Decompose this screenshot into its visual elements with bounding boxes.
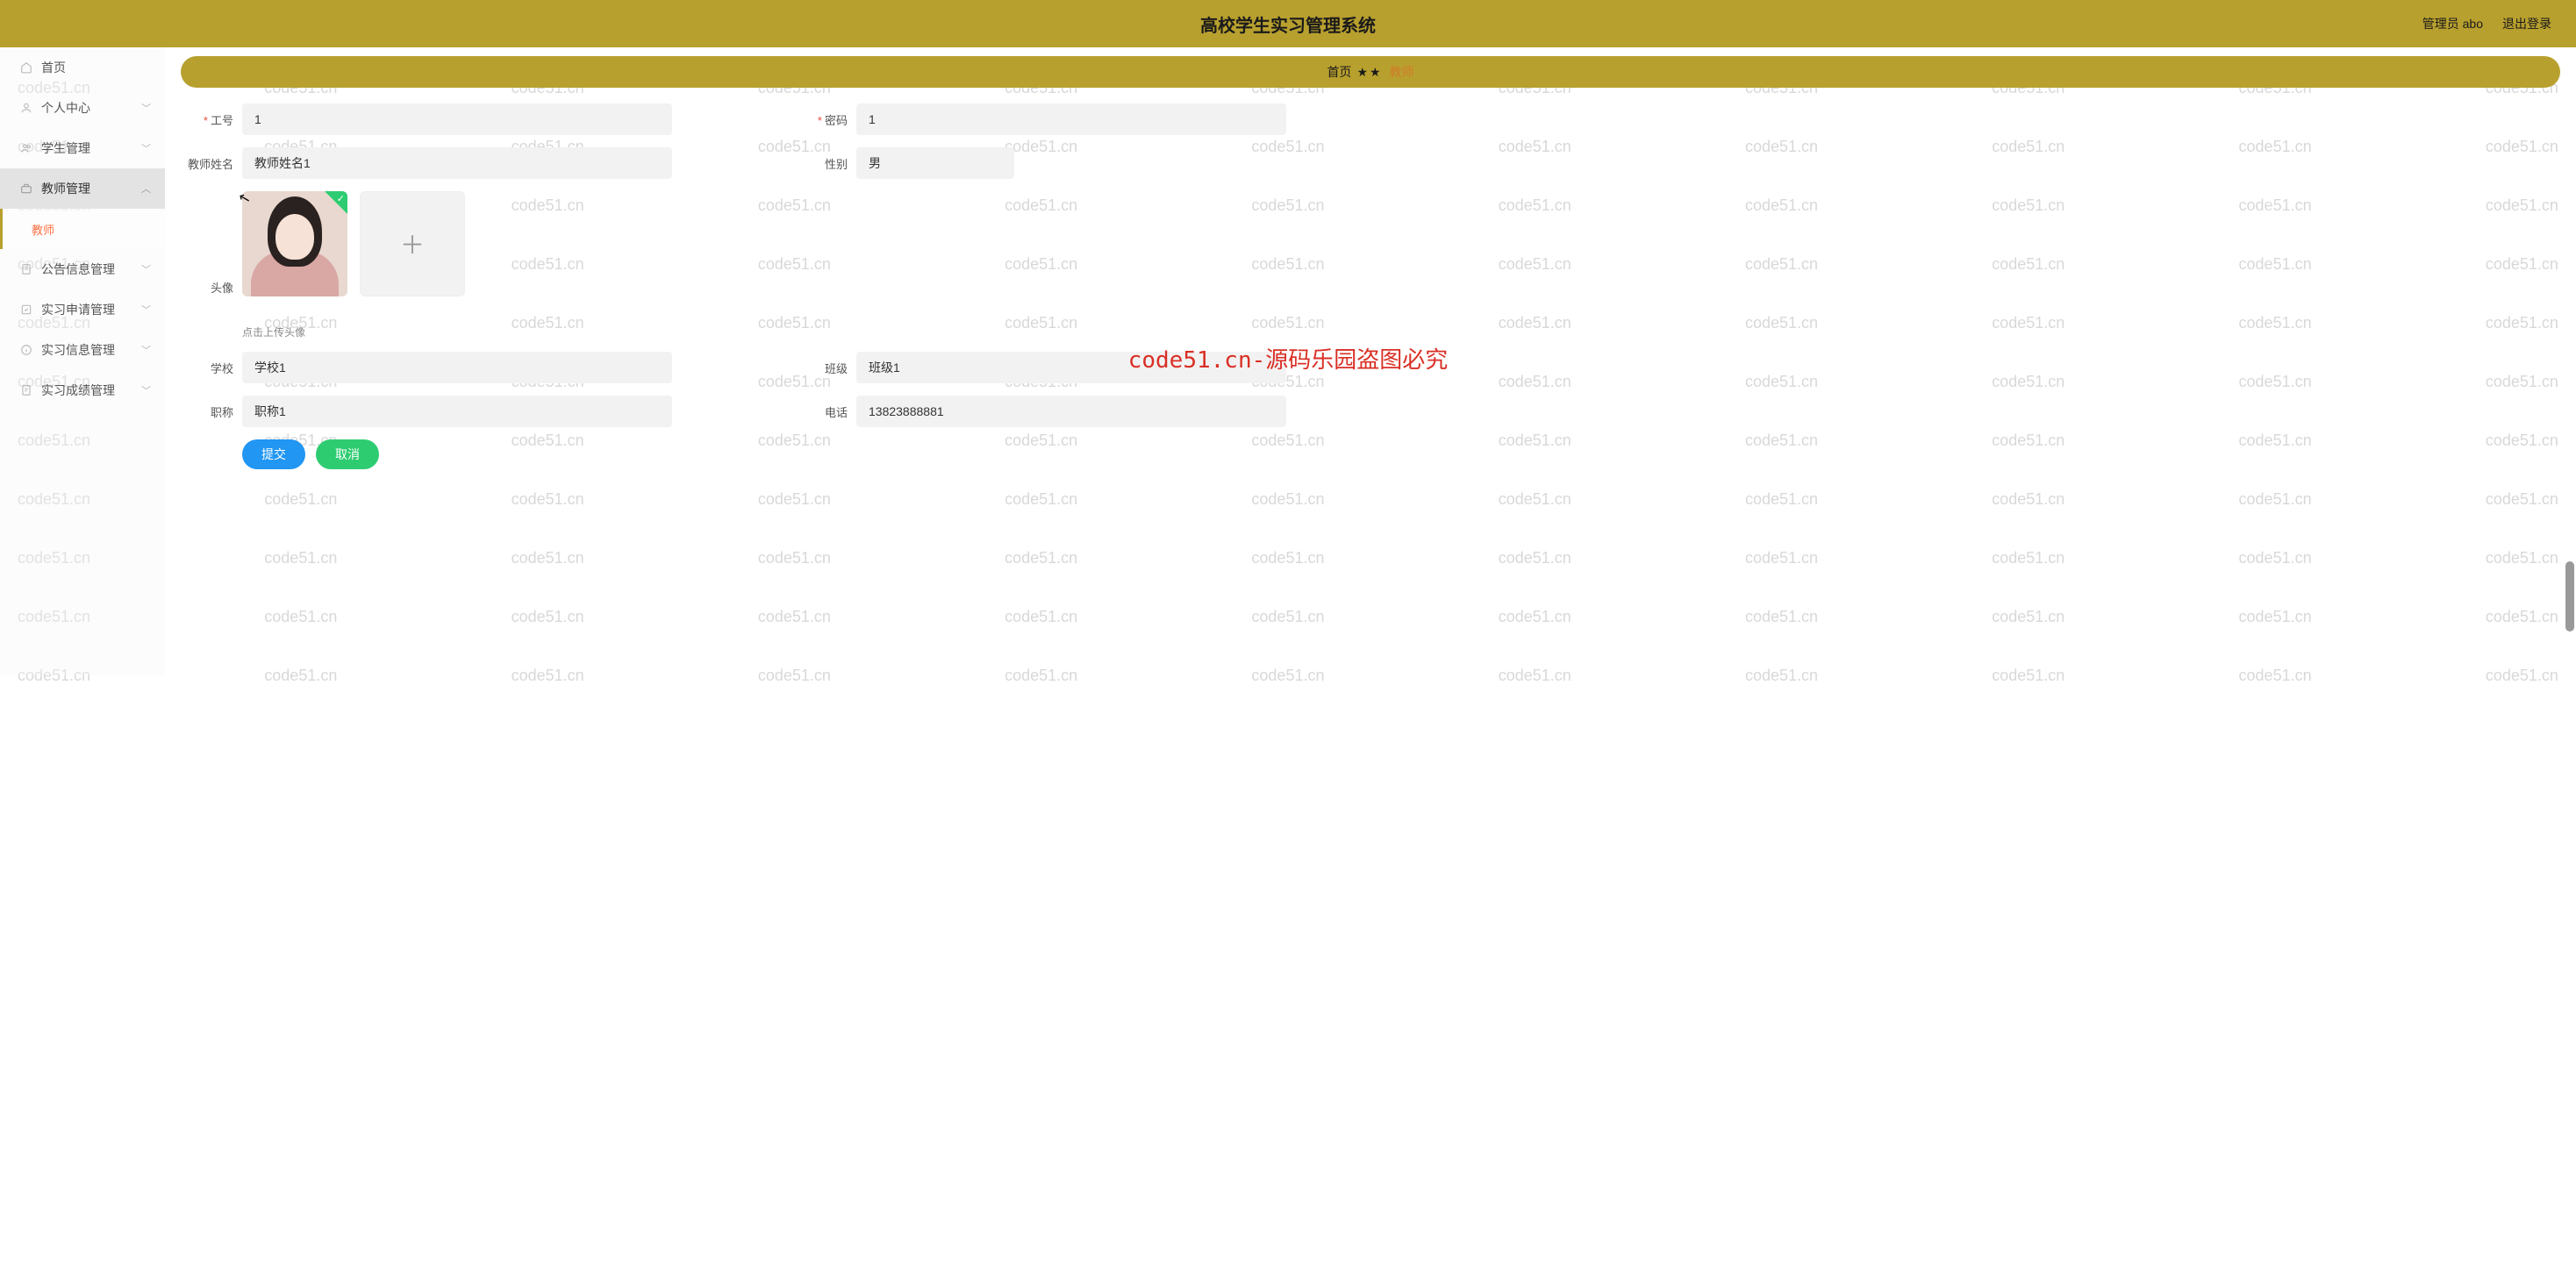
field-phone: 电话 [795,396,1374,427]
score-icon [19,384,32,397]
sidebar-item-label: 实习成绩管理 [41,382,115,399]
doc-icon [19,263,32,276]
gender-label: 性别 [795,155,856,172]
field-workid: 工号 [181,103,760,135]
field-school: 学校 [181,352,760,383]
sidebar-item-score[interactable]: 实习成绩管理 ﹀ [0,370,165,410]
sidebar-item-apply[interactable]: 实习申请管理 ﹀ [0,289,165,330]
breadcrumb: 首页 ★★ 教师 [181,56,2560,88]
phone-input[interactable] [856,396,1286,427]
sidebar-item-personal[interactable]: 个人中心 ﹀ [0,88,165,128]
sidebar: 首页 个人中心 ﹀ 学生管理 ﹀ 教师管理 ︿ 教师 [0,47,165,675]
header-right: 管理员 abo 退出登录 [2422,15,2576,32]
chevron-down-icon: ﹀ [141,343,151,357]
field-password: 密码 [795,103,1374,135]
field-gender: 性别 男 [795,147,1374,179]
sidebar-item-label: 教师管理 [41,180,90,197]
sidebar-item-teacher[interactable]: 教师 [0,209,165,249]
teachername-input[interactable] [242,147,672,179]
admin-label[interactable]: 管理员 abo [2422,15,2483,32]
sidebar-item-label: 学生管理 [41,139,90,157]
breadcrumb-current: 教师 [1390,63,1414,81]
briefcase-icon [19,182,32,196]
field-class: 班级 [795,352,1374,383]
sidebar-item-label: 公告信息管理 [41,260,115,278]
breadcrumb-sep: ★★ [1356,65,1382,80]
apply-icon [19,303,32,317]
field-title: 职称 [181,396,760,427]
plus-icon: ＋ [400,226,425,261]
chevron-down-icon: ﹀ [141,383,151,397]
workid-input[interactable] [242,103,672,135]
password-input[interactable] [856,103,1286,135]
info-icon [19,344,32,357]
teachername-label: 教师姓名 [181,155,242,172]
password-label: 密码 [795,111,856,128]
workid-label: 工号 [181,111,242,128]
user-icon [19,102,32,115]
cancel-button[interactable]: 取消 [316,439,379,469]
submit-button[interactable]: 提交 [242,439,305,469]
avatar-person [251,214,339,296]
logout-link[interactable]: 退出登录 [2502,15,2551,32]
sidebar-item-student[interactable]: 学生管理 ﹀ [0,128,165,168]
gender-select[interactable]: 男 [856,147,1014,179]
teacher-form: ↖ 工号 密码 教师姓名 [181,103,2560,469]
home-icon [19,61,32,75]
chevron-down-icon: ﹀ [141,141,151,155]
class-input[interactable] [856,352,1286,383]
sidebar-item-label: 教师 [32,221,54,238]
main-panel: 首页 ★★ 教师 ↖ 工号 密码 [165,47,2576,675]
chevron-up-icon: ︿ [141,182,151,196]
sidebar-item-notice[interactable]: 公告信息管理 ﹀ [0,249,165,289]
sidebar-item-info[interactable]: 实习信息管理 ﹀ [0,330,165,370]
scrollbar-thumb[interactable] [2565,561,2574,632]
field-teachername: 教师姓名 [181,147,760,179]
breadcrumb-home[interactable]: 首页 [1327,63,1351,81]
title-input[interactable] [242,396,672,427]
sidebar-item-label: 个人中心 [41,99,90,117]
form-actions: 提交 取消 [181,439,2551,469]
sidebar-item-label: 实习信息管理 [41,341,115,359]
people-icon [19,142,32,155]
gender-value: 男 [869,154,881,172]
avatar-hint: 点击上传头像 [242,325,465,339]
class-label: 班级 [795,360,856,376]
sidebar-item-label: 首页 [41,59,66,76]
upload-avatar-button[interactable]: ＋ [360,191,465,296]
field-avatar: 头像 ＋ [181,191,465,339]
top-header: 高校学生实习管理系统 管理员 abo 退出登录 [0,0,2576,47]
chevron-down-icon: ﹀ [141,303,151,317]
title-label: 职称 [181,403,242,420]
avatar-label: 头像 [181,235,242,296]
chevron-down-icon: ﹀ [141,262,151,276]
app-title: 高校学生实习管理系统 [1200,11,1376,37]
school-label: 学校 [181,360,242,376]
sidebar-item-label: 实习申请管理 [41,301,115,318]
check-icon [325,191,347,214]
phone-label: 电话 [795,403,856,420]
sidebar-item-home[interactable]: 首页 [0,47,165,88]
sidebar-item-teacher-mgmt[interactable]: 教师管理 ︿ [0,168,165,209]
avatar-thumbnail[interactable] [242,191,347,296]
chevron-down-icon: ﹀ [141,101,151,115]
school-input[interactable] [242,352,672,383]
